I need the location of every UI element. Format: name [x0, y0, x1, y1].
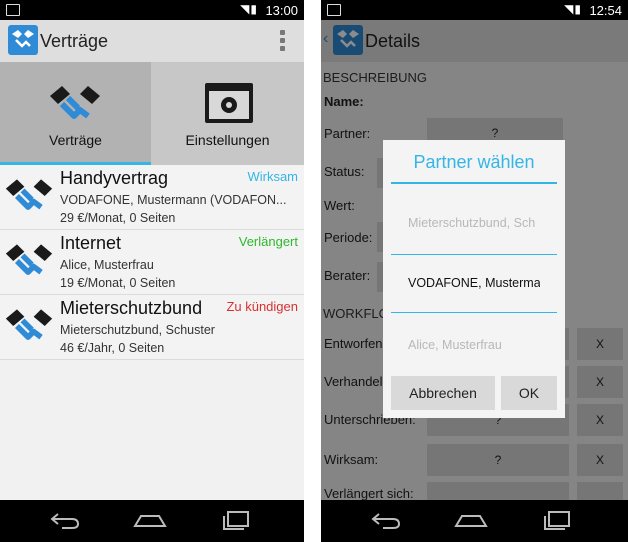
- picker-line-bottom: [391, 312, 557, 313]
- recent-apps-icon[interactable]: [222, 508, 252, 532]
- signal-battery-icons: ◥▮: [564, 2, 582, 16]
- details-screen: ◥▮ 12:54 ‹ Details BESCHREIBUNG Name: Pa…: [321, 0, 628, 542]
- back-icon[interactable]: [50, 508, 80, 532]
- contracts-screen: ◥▮ 13:00 Verträge Verträge Einstellungen…: [0, 0, 304, 542]
- status-time: 13:00: [265, 3, 298, 18]
- item-meta: 19 €/Monat, 0 Seiten: [60, 276, 176, 290]
- item-title: Handyvertrag: [60, 168, 169, 188]
- contract-list: Handyvertrag VODAFONE, Mustermann (VODAF…: [0, 165, 304, 360]
- dialog-option[interactable]: Mieterschutzbund, Sch: [408, 216, 540, 230]
- list-item[interactable]: Handyvertrag VODAFONE, Mustermann (VODAF…: [0, 165, 304, 230]
- item-status: Verlängert: [238, 234, 298, 249]
- home-icon[interactable]: [133, 508, 167, 532]
- dialog-option[interactable]: Alice, Musterfrau: [408, 338, 540, 352]
- action-bar: Verträge: [0, 20, 304, 62]
- item-title: Mieterschutzbund: [60, 298, 203, 318]
- dialog-title-divider: [391, 182, 557, 184]
- nav-bar: [321, 500, 628, 542]
- item-status: Wirksam: [247, 169, 298, 184]
- status-time: 12:54: [589, 3, 622, 18]
- back-icon[interactable]: [371, 508, 401, 532]
- list-item[interactable]: Mieterschutzbund Mieterschutzbund, Schus…: [0, 295, 304, 360]
- overflow-menu-icon[interactable]: [280, 30, 286, 52]
- nav-bar: [0, 500, 304, 542]
- tab-einstellungen[interactable]: Einstellungen: [152, 62, 303, 162]
- home-icon[interactable]: [454, 508, 488, 532]
- tab-vertraege-label: Verträge: [49, 132, 102, 148]
- handshake-icon: [50, 86, 100, 119]
- dialog-option-selected[interactable]: VODAFONE, Musterma: [408, 276, 540, 290]
- handshake-icon: [5, 244, 53, 275]
- partner-dialog: Partner wählen Mieterschutzbund, Sch VOD…: [383, 140, 565, 418]
- status-bar: ◥▮ 12:54: [321, 0, 628, 20]
- handshake-icon: [5, 309, 53, 340]
- ok-button[interactable]: OK: [501, 376, 557, 410]
- notification-image-icon: [327, 4, 341, 16]
- tab-vertraege[interactable]: Verträge: [0, 62, 151, 162]
- dialog-title: Partner wählen: [413, 152, 535, 172]
- item-subtitle: VODAFONE, Mustermann (VODAFON...: [60, 193, 287, 207]
- handshake-icon: [5, 179, 53, 210]
- app-logo-icon[interactable]: [8, 25, 38, 55]
- status-bar: ◥▮ 13:00: [0, 0, 304, 20]
- item-meta: 29 €/Monat, 0 Seiten: [60, 211, 176, 225]
- notification-image-icon: [6, 4, 20, 16]
- settings-window-icon: [205, 83, 253, 123]
- recent-apps-icon[interactable]: [543, 508, 573, 532]
- tab-einstellungen-label: Einstellungen: [185, 132, 270, 148]
- item-title: Internet: [60, 233, 122, 253]
- item-subtitle: Mieterschutzbund, Schuster: [60, 323, 215, 337]
- item-meta: 46 €/Jahr, 0 Seiten: [60, 341, 165, 355]
- item-subtitle: Alice, Musterfrau: [60, 258, 154, 272]
- picker-line-top: [391, 254, 557, 255]
- cancel-button[interactable]: Abbrechen: [391, 376, 495, 410]
- signal-battery-icons: ◥▮: [240, 2, 258, 16]
- list-item[interactable]: Internet Alice, Musterfrau 19 €/Monat, 0…: [0, 230, 304, 295]
- app-title: Verträge: [40, 31, 109, 51]
- tab-bar: Verträge Einstellungen: [0, 62, 304, 165]
- item-status: Zu kündigen: [226, 299, 298, 314]
